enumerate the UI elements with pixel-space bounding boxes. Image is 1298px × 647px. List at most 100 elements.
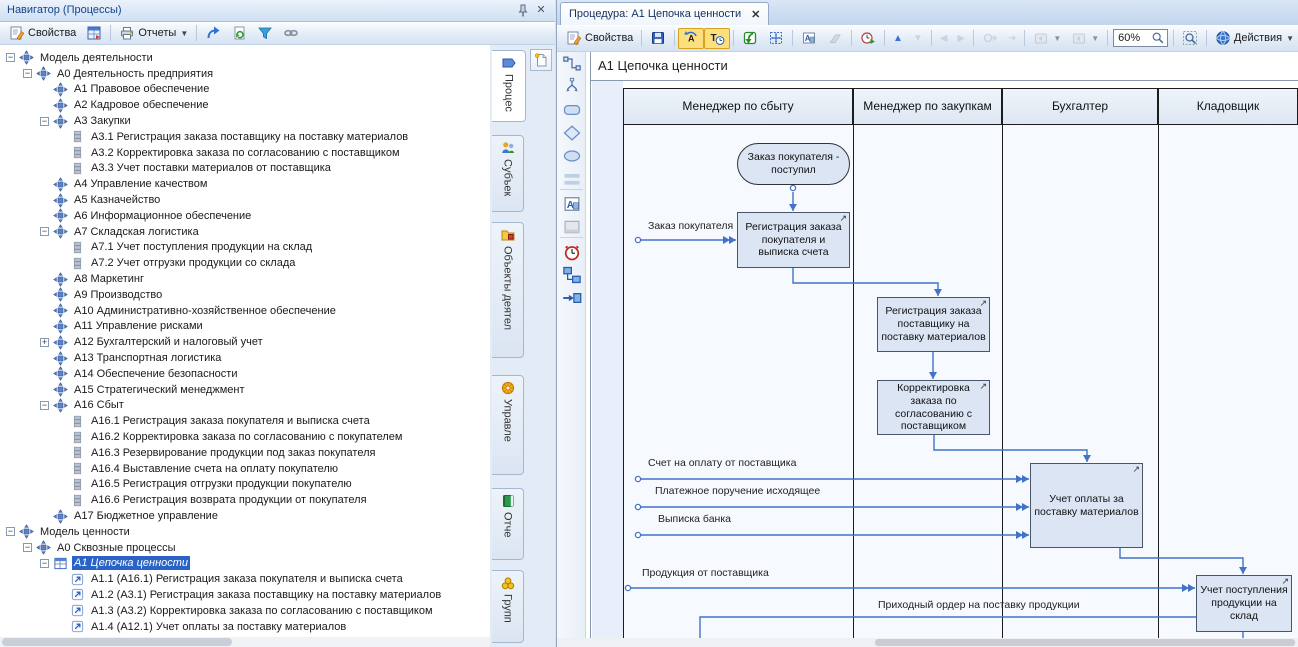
tree-item[interactable]: −А3 Закупки xyxy=(0,113,490,129)
edge-label[interactable]: Продукция от поставщика xyxy=(642,567,769,579)
diagram-canvas[interactable]: А1 Цепочка ценности Менеджер по сбытуМен… xyxy=(586,52,1298,638)
prev-button[interactable]: ◀ xyxy=(935,28,953,49)
window-forward-button[interactable]: ▼ xyxy=(1066,28,1104,49)
collapse-icon[interactable]: − xyxy=(6,53,15,62)
tree-item-label[interactable]: Модель деятельности xyxy=(38,51,155,65)
tree-item[interactable]: А7.2 Учет отгрузки продукции со склада xyxy=(0,255,490,271)
reports-button[interactable]: Отчеты ▼ xyxy=(114,23,193,44)
save-button[interactable] xyxy=(645,28,671,49)
sidebar-tab-subjects[interactable]: Субъек xyxy=(492,135,524,212)
tree-item[interactable]: А1.4 (А12.1) Учет оплаты за поставку мат… xyxy=(0,619,490,635)
process-node[interactable]: Учет поступления продукции на склад↗ xyxy=(1196,575,1292,632)
tree-item[interactable]: А16.5 Регистрация отгрузки продукции пок… xyxy=(0,477,490,493)
palette-frame-icon[interactable] xyxy=(562,217,582,237)
event-node[interactable]: Заказ покупателя - поступил xyxy=(737,143,850,185)
tab-close-icon[interactable]: ✕ xyxy=(751,8,760,21)
scrollbar-thumb[interactable] xyxy=(2,638,232,646)
tree-item[interactable]: А3.1 Регистрация заказа поставщику на по… xyxy=(0,129,490,145)
tree-item-label[interactable]: А10 Административно-хозяйственное обеспе… xyxy=(72,304,338,318)
tree-item-label[interactable]: А11 Управление рисками xyxy=(72,319,205,333)
refresh-button[interactable] xyxy=(226,23,252,44)
zoom-input[interactable]: 60% xyxy=(1113,29,1168,47)
tree-item[interactable]: − А0 Деятельность предприятия xyxy=(0,66,490,82)
tree-item[interactable]: − А16 Сбыт xyxy=(0,398,490,414)
tree-item[interactable]: А1.3 (А3.2) Корректировка заказа по согл… xyxy=(0,603,490,619)
auto-number-button[interactable]: А xyxy=(678,28,704,49)
tree-item[interactable]: А16.1 Регистрация заказа покупателя и вы… xyxy=(0,413,490,429)
palette-timer-icon[interactable] xyxy=(562,242,582,262)
tree-item-label[interactable]: А0 Сквозные процессы xyxy=(55,541,178,555)
sidebar-tab-objects[interactable]: Объекты деятел xyxy=(492,222,524,358)
next-button[interactable]: ▶ xyxy=(952,28,970,49)
sidebar-tab-process[interactable]: Процес xyxy=(492,50,526,122)
palette-iface-icon[interactable] xyxy=(562,265,582,285)
show-time-button[interactable]: T xyxy=(704,28,730,49)
import-button[interactable] xyxy=(737,28,763,49)
tree-item-label[interactable]: А16.1 Регистрация заказа покупателя и вы… xyxy=(89,414,372,428)
tree-item[interactable]: −А7 Складская логистика xyxy=(0,224,490,240)
tree-horizontal-scrollbar[interactable] xyxy=(0,637,490,647)
tree-item-label[interactable]: А16 Сбыт xyxy=(72,398,126,412)
tree-item-label[interactable]: А15 Стратегический менеджмент xyxy=(72,383,247,397)
tree-item[interactable]: А8 Маркетинг xyxy=(0,271,490,287)
collapse-icon[interactable]: − xyxy=(40,117,49,126)
actions-button[interactable]: Действия ▼ xyxy=(1210,28,1298,49)
sidebar-tab-groups[interactable]: Групп xyxy=(492,570,524,643)
tree-item[interactable]: − Модель деятельности xyxy=(0,50,490,66)
palette-ellipse-icon[interactable] xyxy=(562,146,582,166)
collapse-icon[interactable]: − xyxy=(23,69,32,78)
collapse-icon[interactable]: − xyxy=(40,401,49,410)
palette-diamond-icon[interactable] xyxy=(562,123,582,143)
tree-item-label[interactable]: А9 Производство xyxy=(72,288,164,302)
tree-item-label[interactable]: А16.3 Резервирование продукции под заказ… xyxy=(89,446,377,460)
filter-button[interactable] xyxy=(252,23,278,44)
tree-item[interactable]: А15 Стратегический менеджмент xyxy=(0,382,490,398)
tree-item-label[interactable]: А16.4 Выставление счета на оплату покупа… xyxy=(89,462,340,476)
tree-item[interactable]: А17 Бюджетное управление xyxy=(0,508,490,524)
collapse-icon[interactable]: − xyxy=(23,543,32,552)
properties-button[interactable]: Свойства xyxy=(4,23,81,44)
edge-label[interactable]: Платежное поручение исходящее xyxy=(655,485,820,497)
tree-item-label[interactable]: А1.2 (А3.1) Регистрация заказа поставщик… xyxy=(89,588,443,602)
edge-label[interactable]: Приходный ордер на поставку продукции xyxy=(878,599,1080,611)
tree-item[interactable]: − А0 Сквозные процессы xyxy=(0,540,490,556)
open-diagram-icon[interactable]: ↗ xyxy=(979,381,987,391)
new-item-button[interactable] xyxy=(530,49,552,71)
swimlane-header[interactable]: Бухгалтер xyxy=(1002,88,1158,125)
tree-item-label[interactable]: Модель ценности xyxy=(38,525,132,539)
fit-page-button[interactable] xyxy=(1177,28,1203,49)
palette-roundrect-icon[interactable] xyxy=(562,100,582,120)
tree-item-label[interactable]: А7.1 Учет поступления продукции на склад xyxy=(89,240,314,254)
tree-item-label[interactable]: А0 Деятельность предприятия xyxy=(55,67,215,81)
eraser-button[interactable] xyxy=(822,28,848,49)
tree-item[interactable]: А1.1 (А16.1) Регистрация заказа покупате… xyxy=(0,571,490,587)
tree-item-label[interactable]: А1.1 (А16.1) Регистрация заказа покупате… xyxy=(89,572,405,586)
tree-item-label[interactable]: А12 Бухгалтерский и налоговый учет xyxy=(72,335,265,349)
tree-item[interactable]: А7.1 Учет поступления продукции на склад xyxy=(0,240,490,256)
edge-label[interactable]: Заказ покупателя xyxy=(648,220,733,232)
tree-item-label[interactable]: А1 Цепочка ценности xyxy=(72,556,190,570)
edge-label[interactable]: Выписка банка xyxy=(658,513,731,525)
fit-selection-button[interactable] xyxy=(763,28,789,49)
tree-item[interactable]: +А12 Бухгалтерский и налоговый учет xyxy=(0,334,490,350)
tree-item-label[interactable]: А17 Бюджетное управление xyxy=(72,509,220,523)
tree-item[interactable]: А16.6 Регистрация возврата продукции от … xyxy=(0,492,490,508)
tree-item[interactable]: А4 Управление качеством xyxy=(0,176,490,192)
tree-item-label[interactable]: А1.4 (А12.1) Учет оплаты за поставку мат… xyxy=(89,620,348,634)
tree-item-label[interactable]: А5 Казначейство xyxy=(72,193,162,207)
palette-arrowbox-icon[interactable] xyxy=(562,288,582,308)
tree-item-label[interactable]: А3.2 Корректировка заказа по согласовани… xyxy=(89,146,402,160)
tree-item-label[interactable]: А16.5 Регистрация отгрузки продукции пок… xyxy=(89,477,354,491)
swimlane-header[interactable]: Кладовщик xyxy=(1158,88,1298,125)
tree-item[interactable]: −А1 Цепочка ценности xyxy=(0,556,490,572)
close-icon[interactable]: ✕ xyxy=(533,3,549,19)
tree-item[interactable]: А3.3 Учет поставки материалов от поставщ… xyxy=(0,161,490,177)
tree-item[interactable]: А5 Казначейство xyxy=(0,192,490,208)
diagram-horizontal-scrollbar[interactable] xyxy=(557,638,1298,647)
tree-item[interactable]: А1 Правовое обеспечение xyxy=(0,82,490,98)
tree-item[interactable]: А16.2 Корректировка заказа по согласован… xyxy=(0,429,490,445)
move-up-button[interactable]: ▲ xyxy=(888,28,908,49)
tree-item-label[interactable]: А2 Кадровое обеспечение xyxy=(72,98,211,112)
text-block-button[interactable]: A xyxy=(796,28,822,49)
tree-item[interactable]: А2 Кадровое обеспечение xyxy=(0,97,490,113)
